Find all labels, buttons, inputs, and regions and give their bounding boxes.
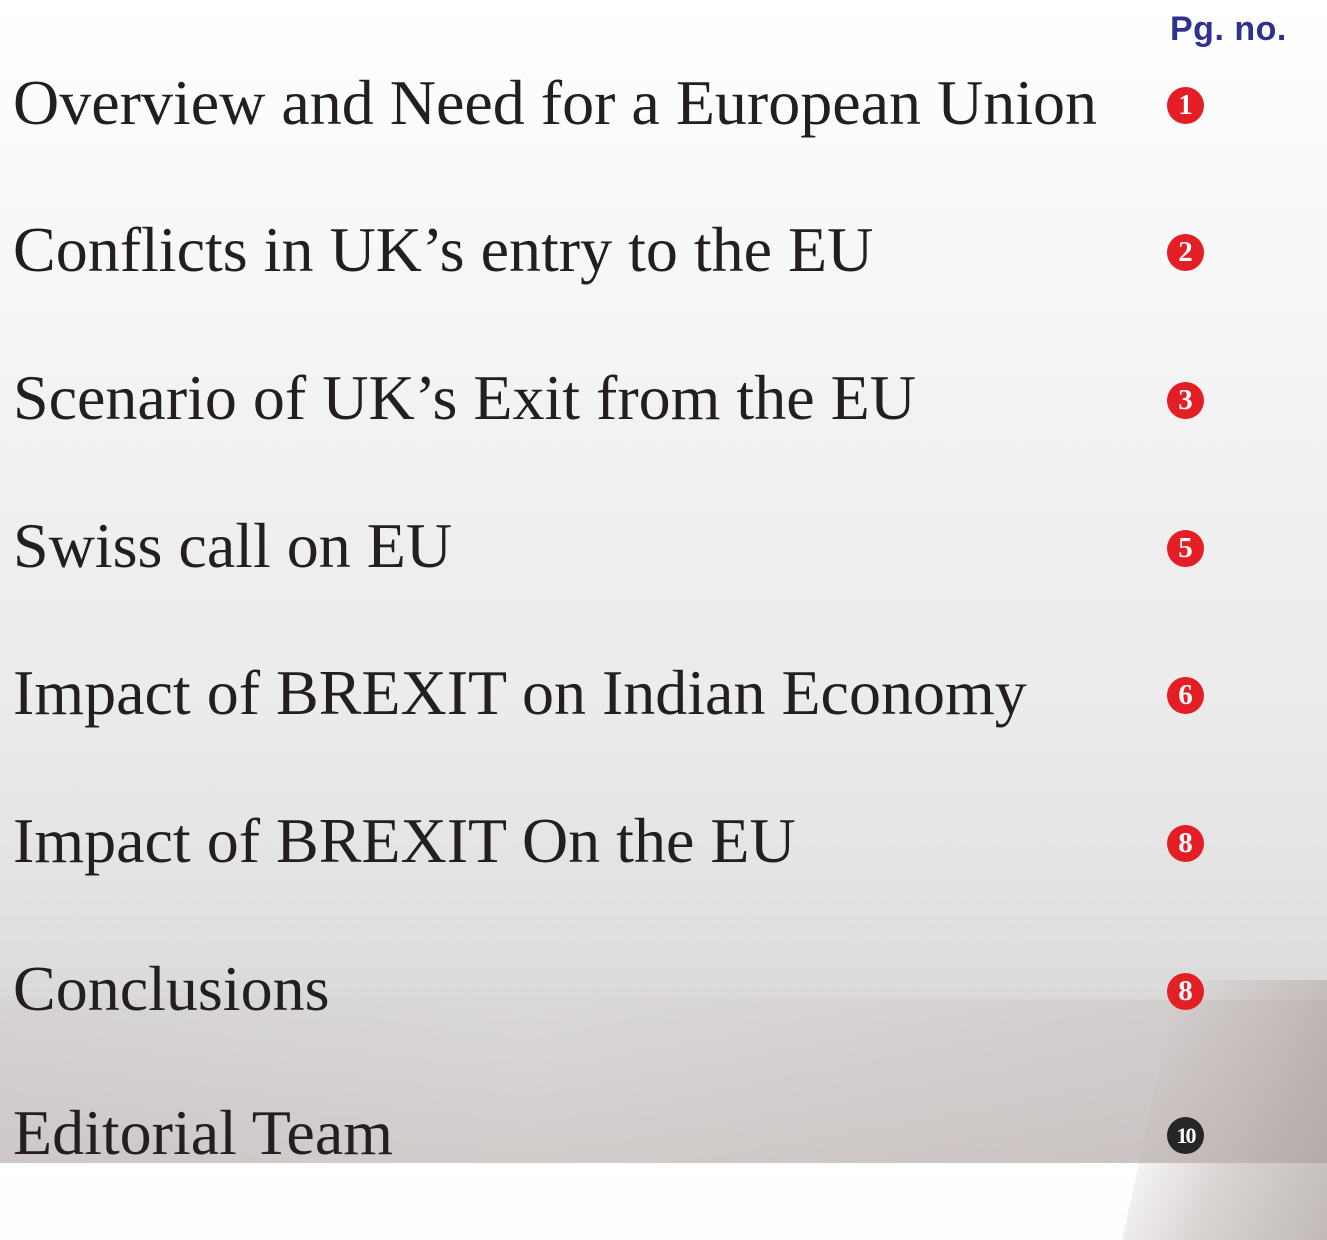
toc-entry[interactable]: Conclusions 8 <box>13 949 1313 1029</box>
toc-entry[interactable]: Conflicts in UK’s entry to the EU 2 <box>13 210 1313 290</box>
page-number-badge: 2 <box>1167 234 1204 271</box>
page-number-badge: 1 <box>1167 87 1204 124</box>
toc-entry-title[interactable]: Conclusions <box>13 949 329 1029</box>
toc-entry[interactable]: Swiss call on EU 5 <box>13 506 1313 586</box>
page-number-badge: 3 <box>1167 382 1204 419</box>
toc-entry-title[interactable]: Scenario of UK’s Exit from the EU <box>13 358 916 438</box>
toc-entry[interactable]: Impact of BREXIT on Indian Economy 6 <box>13 653 1313 733</box>
page-number-badge: 8 <box>1167 825 1204 862</box>
page-number-column-header: Pg. no. <box>1170 10 1287 48</box>
toc-entry-title[interactable]: Impact of BREXIT on Indian Economy <box>13 653 1027 733</box>
page-number-badge: 10 <box>1167 1117 1204 1154</box>
toc-entry[interactable]: Scenario of UK’s Exit from the EU 3 <box>13 358 1313 438</box>
page-number-badge: 6 <box>1167 677 1204 714</box>
toc-entry-title[interactable]: Impact of BREXIT On the EU <box>13 801 796 881</box>
toc-entry[interactable]: Editorial Team 10 <box>13 1093 1313 1173</box>
toc-entry[interactable]: Impact of BREXIT On the EU 8 <box>13 801 1313 881</box>
toc-entry-title[interactable]: Overview and Need for a European Union <box>13 63 1097 143</box>
toc-entry[interactable]: Overview and Need for a European Union 1 <box>13 63 1313 143</box>
toc-entry-title[interactable]: Editorial Team <box>13 1093 393 1173</box>
toc-entry-title[interactable]: Swiss call on EU <box>13 506 452 586</box>
page-number-badge: 8 <box>1167 973 1204 1010</box>
page-number-badge: 5 <box>1167 530 1204 567</box>
toc-entry-title[interactable]: Conflicts in UK’s entry to the EU <box>13 210 873 290</box>
